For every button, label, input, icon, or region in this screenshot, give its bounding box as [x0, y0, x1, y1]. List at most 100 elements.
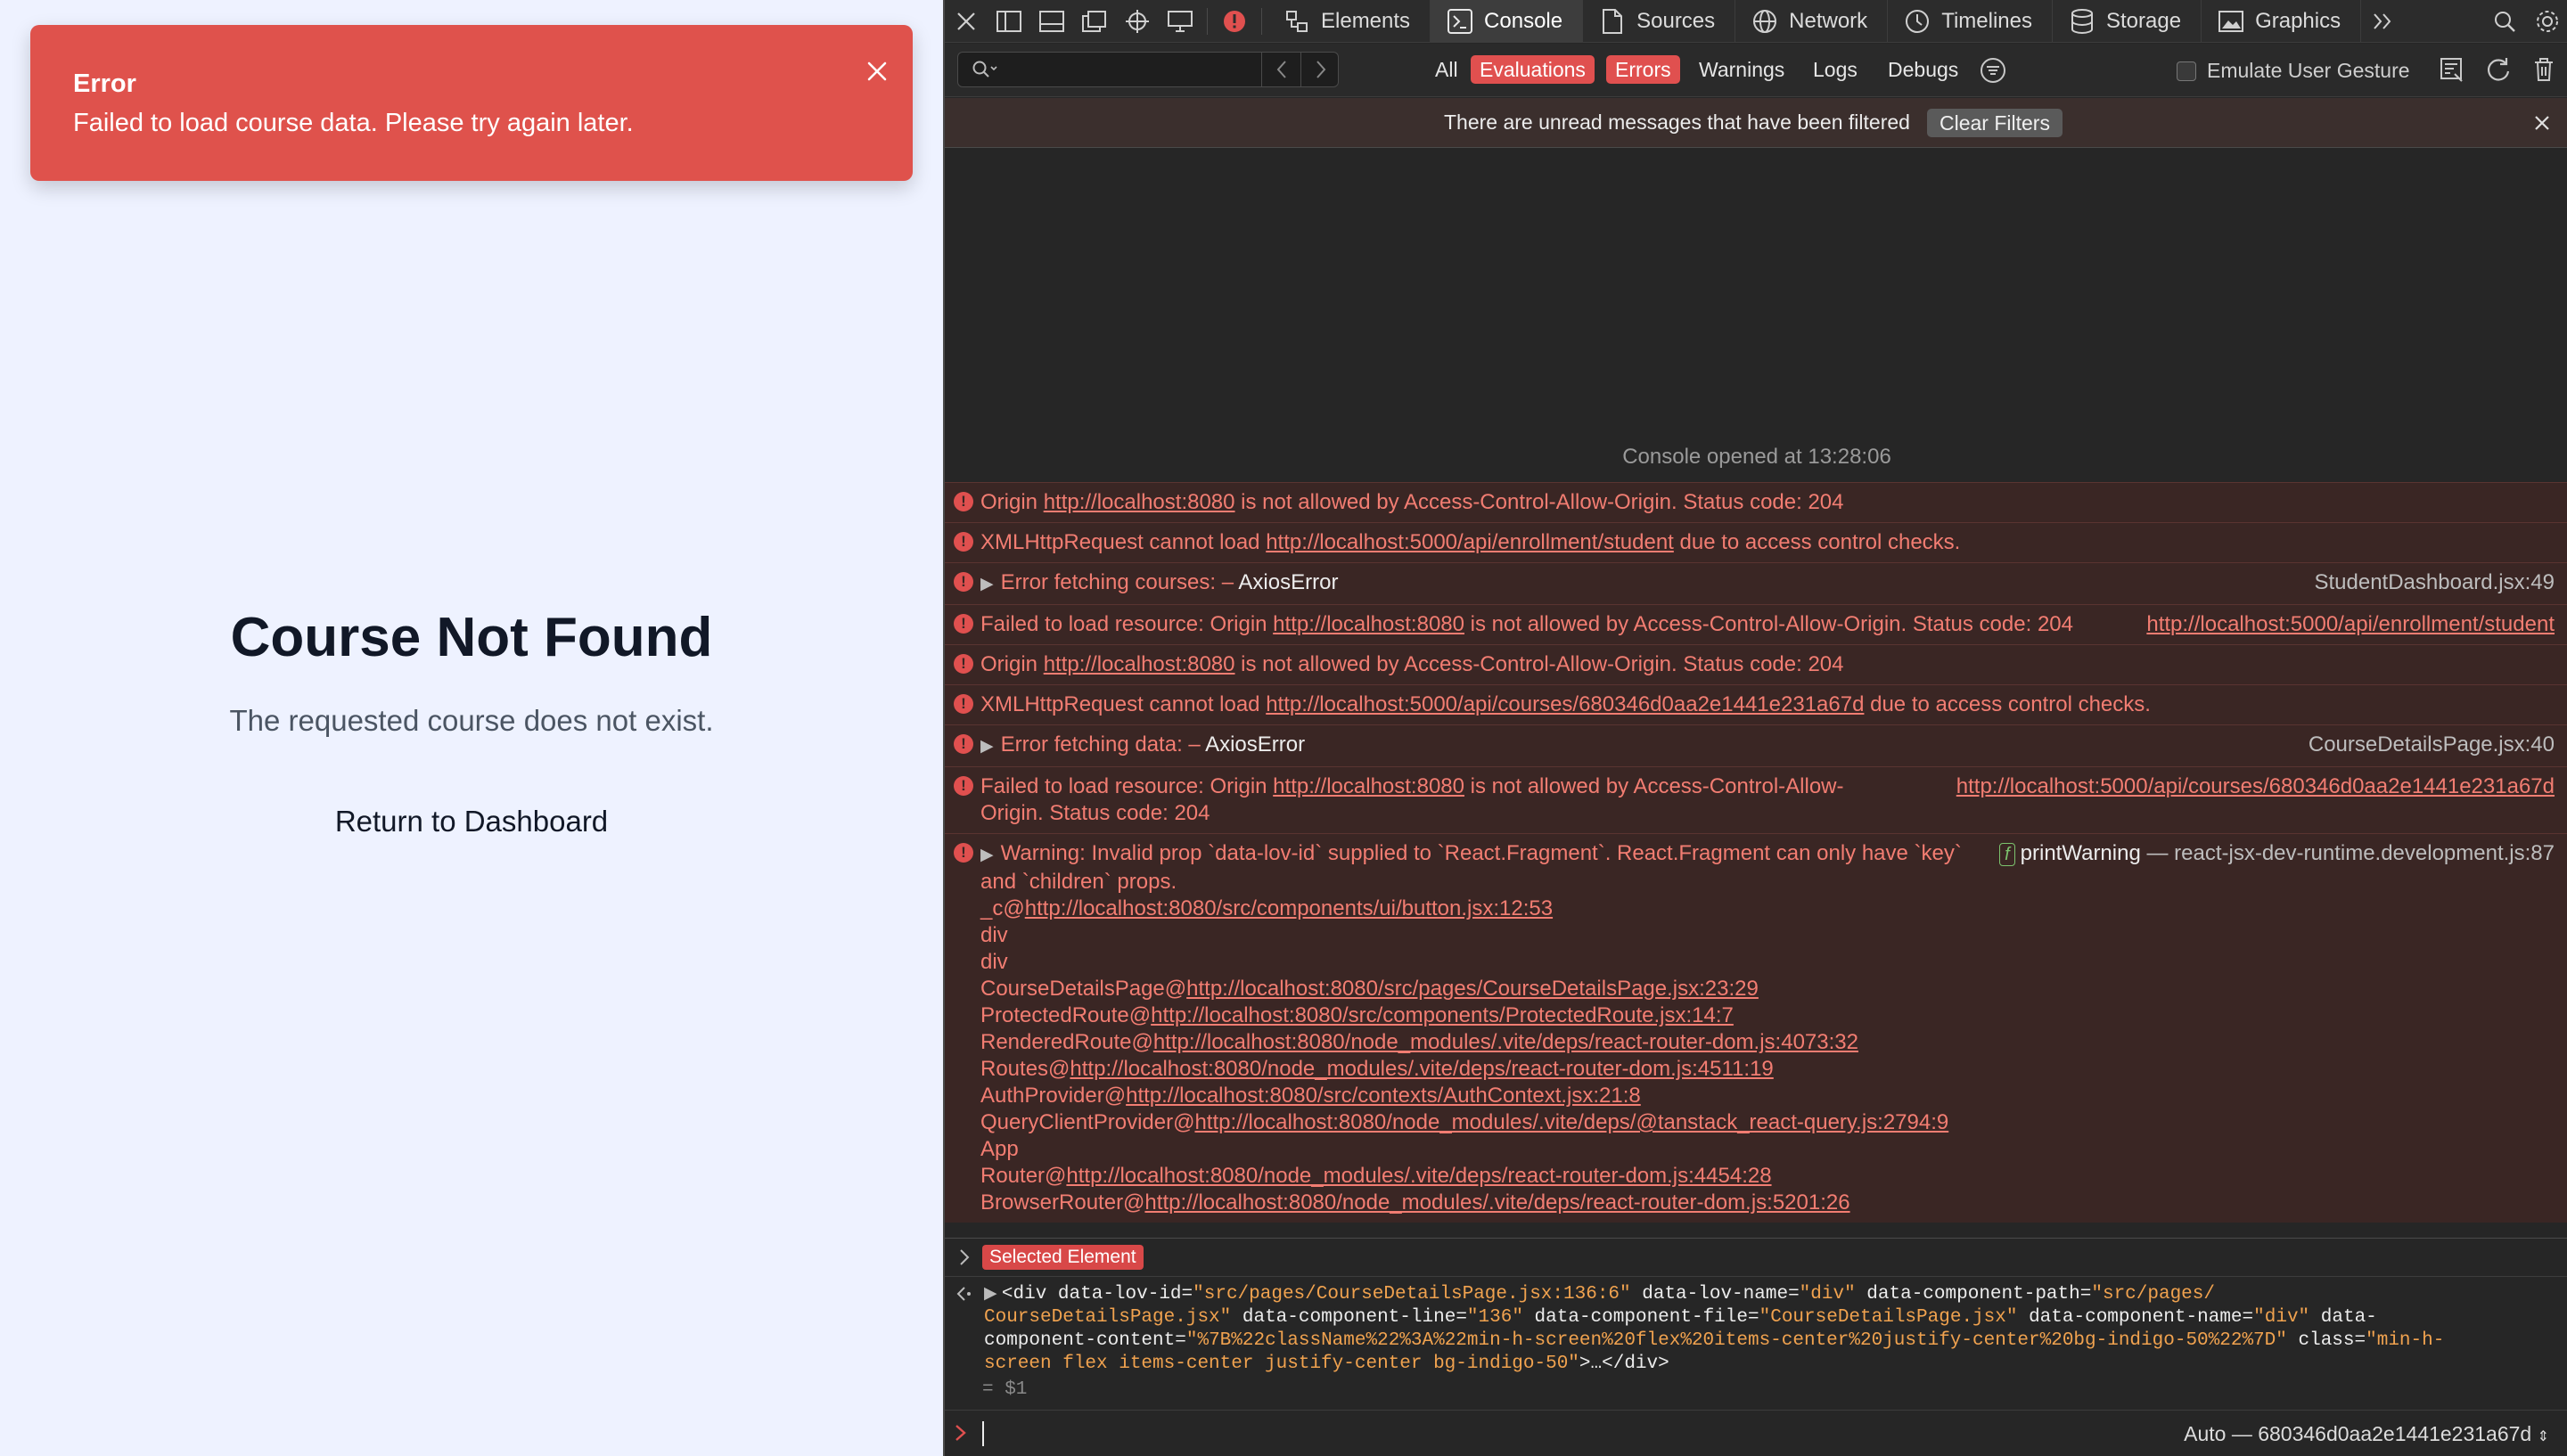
console-error-message[interactable]: ! ▶ Error fetching courses: – AxiosError …: [945, 562, 2567, 604]
console-icon: [1445, 6, 1475, 37]
message-object[interactable]: AxiosError: [1205, 732, 1305, 757]
network-icon: [1750, 6, 1780, 37]
frame-link[interactable]: http://localhost:8080/src/components/ui/…: [1025, 896, 1553, 920]
message-source[interactable]: CourseDetailsPage.jsx:40: [2309, 732, 2555, 758]
frame-link[interactable]: http://localhost:8080/src/components/Pro…: [1151, 1003, 1734, 1027]
search-input[interactable]: [1005, 56, 1254, 83]
message-link[interactable]: http://localhost:8080: [1273, 774, 1464, 798]
console-prompt[interactable]: Auto — 680346d0aa2e1441e231a67d ⇕: [945, 1410, 2567, 1456]
message-text: Failed to load resource: Origin: [980, 774, 1274, 798]
filter-debugs[interactable]: Debugs: [1879, 55, 1967, 84]
search-icon[interactable]: [2483, 0, 2526, 43]
message-link[interactable]: http://localhost:8080: [1044, 490, 1235, 514]
frame-link[interactable]: http://localhost:8080/src/contexts/AuthC…: [1126, 1084, 1641, 1108]
frame-link[interactable]: http://localhost:8080/node_modules/.vite…: [1144, 1190, 1849, 1215]
dock-left-icon[interactable]: [988, 0, 1030, 43]
message-link[interactable]: http://localhost:8080: [1273, 612, 1464, 636]
message-body: Failed to load resource: Origin http://l…: [980, 611, 2086, 638]
disclosure-triangle-icon[interactable]: ▶: [980, 842, 994, 869]
filter-all[interactable]: All: [1426, 55, 1467, 84]
message-source[interactable]: StudentDashboard.jsx:49: [2314, 569, 2555, 596]
filter-evaluations[interactable]: Evaluations: [1471, 55, 1595, 84]
more-tabs-icon[interactable]: [2361, 0, 2404, 43]
text-caret[interactable]: [982, 1421, 984, 1446]
stack-frame[interactable]: ProtectedRoute@http://localhost:8080/src…: [980, 1002, 2551, 1029]
stack-frame[interactable]: _c@http://localhost:8080/src/components/…: [980, 896, 2551, 922]
tab-console[interactable]: Console: [1431, 0, 1584, 43]
web-inspector: Elements Console Sources Network Timelin…: [943, 0, 2567, 1456]
gear-icon[interactable]: [2526, 0, 2567, 43]
message-source[interactable]: http://localhost:5000/api/courses/680346…: [1956, 773, 2555, 800]
message-source-link[interactable]: http://localhost:5000/api/courses/680346…: [1956, 774, 2555, 798]
frame-link[interactable]: http://localhost:8080/node_modules/.vite…: [1194, 1110, 1948, 1134]
error-icon: !: [954, 532, 973, 552]
message-object[interactable]: AxiosError: [1238, 570, 1338, 594]
message-source-link[interactable]: http://localhost:5000/api/enrollment/stu…: [2146, 612, 2555, 636]
tab-graphics[interactable]: Graphics: [2202, 0, 2362, 43]
disclosure-triangle-icon[interactable]: ▶: [984, 1284, 1002, 1303]
graphics-icon: [2216, 6, 2246, 37]
return-to-dashboard-button[interactable]: Return to Dashboard: [303, 793, 640, 850]
tab-storage[interactable]: Storage: [2053, 0, 2202, 43]
frame-link[interactable]: http://localhost:8080/src/pages/CourseDe…: [1186, 977, 1759, 1001]
device-settings-icon[interactable]: [1159, 0, 1201, 43]
function-name[interactable]: printWarning: [2021, 841, 2141, 865]
message-link[interactable]: http://localhost:5000/api/courses/680346…: [1266, 692, 1864, 716]
stack-frame[interactable]: Router@http://localhost:8080/node_module…: [980, 1163, 2551, 1190]
dock-bottom-icon[interactable]: [1030, 0, 1073, 43]
clear-console-icon[interactable]: [2531, 56, 2556, 87]
reload-icon[interactable]: [2485, 56, 2512, 87]
search-next-button[interactable]: [1300, 53, 1340, 86]
disclosure-triangle-icon[interactable]: ▶: [980, 733, 994, 760]
toolbar-divider: [1261, 7, 1262, 35]
console-search-field[interactable]: [957, 52, 1339, 87]
source-location[interactable]: — react-jsx-dev-runtime.development.js:8…: [2146, 841, 2555, 865]
frame-link[interactable]: http://localhost:8080/node_modules/.vite…: [1153, 1030, 1858, 1054]
message-source[interactable]: f printWarning — react-jsx-dev-runtime.de…: [1999, 840, 2555, 867]
filter-logs[interactable]: Logs: [1804, 55, 1866, 84]
close-inspector-icon[interactable]: [945, 0, 988, 43]
error-count-icon[interactable]: [1213, 0, 1256, 43]
selected-element-badge: Selected Element: [982, 1245, 1144, 1270]
prompt-chevron-icon: [954, 1423, 968, 1447]
filter-errors[interactable]: Errors: [1606, 55, 1680, 84]
clear-filters-button[interactable]: Clear Filters: [1927, 109, 2063, 137]
evaluation-result[interactable]: ▶ <div data-lov-id="src/pages/CourseDeta…: [945, 1276, 2567, 1410]
execution-context-selector[interactable]: Auto — 680346d0aa2e1441e231a67d ⇕: [2184, 1422, 2549, 1446]
tab-elements[interactable]: Elements: [1267, 0, 1431, 43]
inspector-tab-bar: Elements Console Sources Network Timelin…: [945, 0, 2567, 43]
checkbox-box[interactable]: [2177, 61, 2196, 81]
stack-frame[interactable]: BrowserRouter@http://localhost:8080/node…: [980, 1190, 2551, 1216]
detach-window-icon[interactable]: [1073, 0, 1116, 43]
disclosure-triangle-icon[interactable]: ▶: [980, 571, 994, 598]
stack-frame[interactable]: RenderedRoute@http://localhost:8080/node…: [980, 1029, 2551, 1056]
stack-frame[interactable]: Routes@http://localhost:8080/node_module…: [980, 1056, 2551, 1083]
frame-link[interactable]: http://localhost:8080/node_modules/.vite…: [1070, 1057, 1773, 1081]
search-previous-button[interactable]: [1261, 53, 1300, 86]
element-markup[interactable]: ▶ <div data-lov-id="src/pages/CourseDeta…: [984, 1282, 2535, 1376]
element-picker-icon[interactable]: [1116, 0, 1159, 43]
message-link[interactable]: http://localhost:5000/api/enrollment/stu…: [1266, 530, 1674, 554]
stack-frame[interactable]: AuthProvider@http://localhost:8080/src/c…: [980, 1083, 2551, 1109]
close-icon[interactable]: [857, 52, 897, 91]
stack-frame[interactable]: QueryClientProvider@http://localhost:808…: [980, 1109, 2551, 1136]
error-icon: !: [954, 776, 973, 796]
message-source[interactable]: http://localhost:5000/api/enrollment/stu…: [2146, 611, 2555, 638]
tab-sources[interactable]: Sources: [1583, 0, 1736, 43]
message-link[interactable]: http://localhost:8080: [1044, 652, 1235, 676]
tab-label: Timelines: [1941, 8, 2032, 33]
frame-link[interactable]: http://localhost:8080/node_modules/.vite…: [1066, 1164, 1771, 1188]
filter-options-icon[interactable]: [1979, 56, 2007, 89]
context-label: Auto — 680346d0aa2e1441e231a67d: [2184, 1422, 2532, 1445]
preserve-log-icon[interactable]: [2439, 56, 2465, 87]
filter-warnings[interactable]: Warnings: [1690, 55, 1793, 84]
emulate-user-gesture-checkbox[interactable]: Emulate User Gesture: [2177, 59, 2410, 83]
tab-network[interactable]: Network: [1735, 0, 1889, 43]
close-icon[interactable]: [2528, 109, 2556, 137]
tab-timelines[interactable]: Timelines: [1888, 0, 2053, 43]
stack-frame[interactable]: CourseDetailsPage@http://localhost:8080/…: [980, 976, 2551, 1002]
frame-function: Routes@: [980, 1057, 1070, 1081]
message-text: Origin: [980, 652, 1044, 676]
console-error-message[interactable]: ! ▶ Error fetching data: – AxiosError Cou…: [945, 724, 2567, 766]
console-warning-message[interactable]: ! ▶ Warning: Invalid prop `data-lov-id` s…: [945, 833, 2567, 1223]
